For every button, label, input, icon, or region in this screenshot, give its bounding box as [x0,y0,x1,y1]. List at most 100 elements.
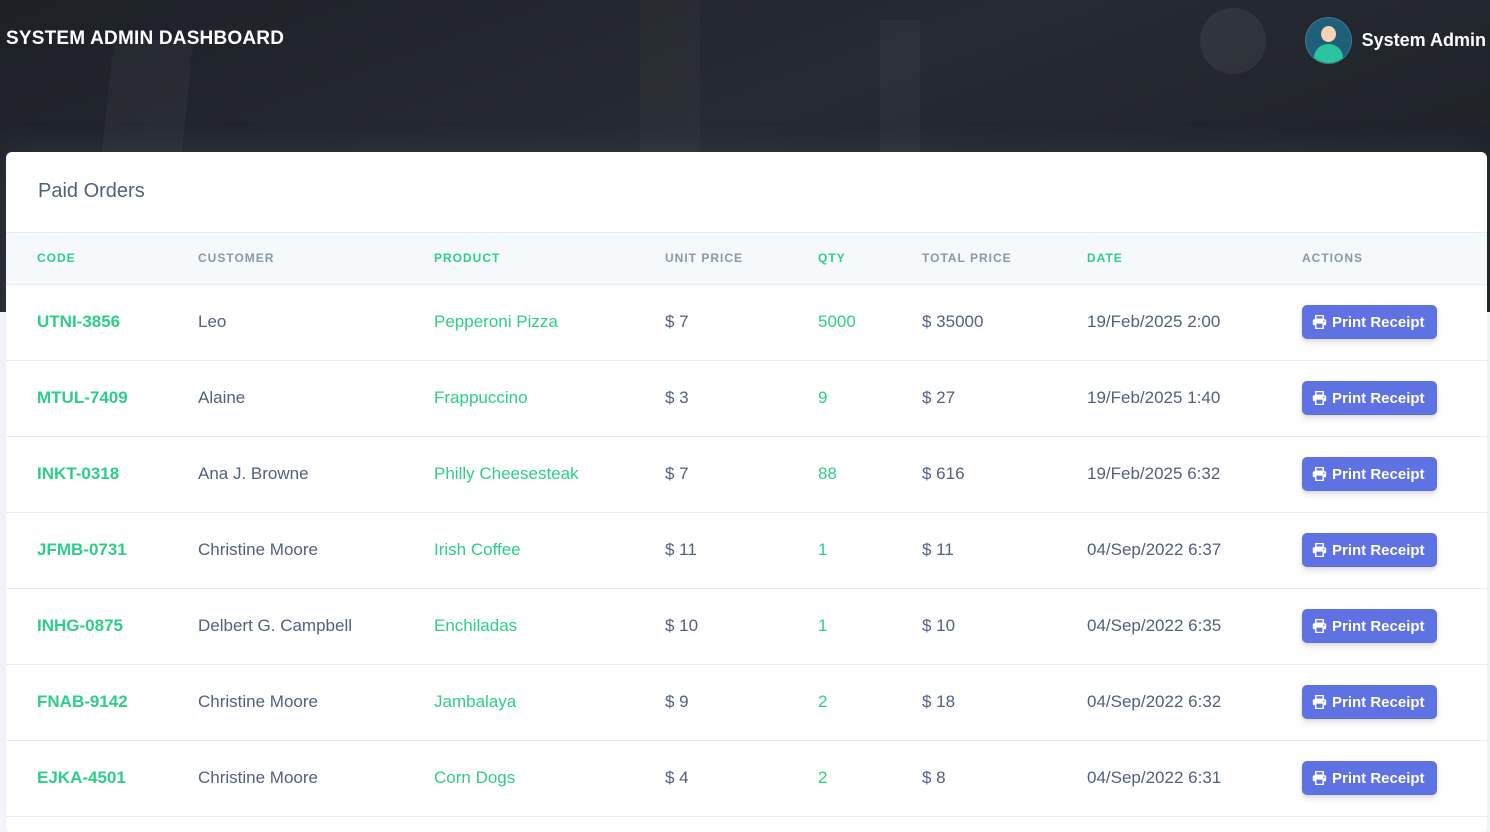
avatar-head [1320,26,1336,42]
print-receipt-button[interactable]: Print Receipt [1302,305,1437,339]
quantity: 2 [818,664,922,741]
print-receipt-button[interactable]: Print Receipt [1302,381,1437,415]
column-header-actions: ACTIONS [1302,233,1487,285]
actions-cell: Print Receipt [1302,284,1487,361]
avatar-body [1313,44,1343,63]
print-receipt-label: Print Receipt [1332,769,1425,787]
order-code: EJKA-4501 [6,740,198,817]
table-row: MTUL-7409 Alaine Frappuccino $ 3 9 $ 27 19/Feb… [6,360,1487,437]
actions-cell: Print Receipt [1302,740,1487,817]
order-code: INKT-0318 [6,436,198,513]
orders-table: CODE CUSTOMER PRODUCT UNIT PRICE QTY TOT… [6,233,1487,817]
customer-name: Christine Moore [198,740,434,817]
column-header-date[interactable]: DATE [1087,233,1302,285]
order-date: 04/Sep/2022 6:37 [1087,512,1302,589]
quantity: 1 [818,588,922,665]
user-menu[interactable]: System Admin [1304,17,1486,64]
order-date: 04/Sep/2022 6:32 [1087,664,1302,741]
product-name: Pepperoni Pizza [434,284,665,361]
actions-cell: Print Receipt [1302,588,1487,665]
order-code: MTUL-7409 [6,360,198,437]
print-receipt-button[interactable]: Print Receipt [1302,457,1437,491]
actions-cell: Print Receipt [1302,664,1487,741]
product-name: Irish Coffee [434,512,665,589]
unit-price: $ 9 [665,664,818,741]
column-header-customer[interactable]: CUSTOMER [198,233,434,285]
order-code: JFMB-0731 [6,512,198,589]
product-name: Philly Cheesesteak [434,436,665,513]
column-header-unit-price[interactable]: UNIT PRICE [665,233,818,285]
quantity: 5000 [818,284,922,361]
table-row: UTNI-3856 Leo Pepperoni Pizza $ 7 5000 $ 3500… [6,284,1487,361]
unit-price: $ 3 [665,360,818,437]
print-receipt-label: Print Receipt [1332,313,1425,331]
quantity: 2 [818,740,922,817]
order-date: 19/Feb/2025 1:40 [1087,360,1302,437]
user-avatar-icon[interactable] [1304,17,1352,64]
print-receipt-label: Print Receipt [1332,389,1425,407]
table-row: FNAB-9142 Christine Moore Jambalaya $ 9 2 $ 1… [6,664,1487,741]
printer-icon [1312,619,1332,633]
actions-cell: Print Receipt [1302,512,1487,589]
total-price: $ 10 [922,588,1087,665]
customer-name: Ana J. Browne [198,436,434,513]
print-receipt-label: Print Receipt [1332,465,1425,483]
product-name: Frappuccino [434,360,665,437]
total-price: $ 11 [922,512,1087,589]
order-code: UTNI-3856 [6,284,198,361]
printer-icon [1312,315,1332,329]
total-price: $ 616 [922,436,1087,513]
print-receipt-button[interactable]: Print Receipt [1302,609,1437,643]
printer-icon [1312,695,1332,709]
order-date: 19/Feb/2025 6:32 [1087,436,1302,513]
quantity: 9 [818,360,922,437]
quantity: 88 [818,436,922,513]
background-decoration [1200,8,1266,74]
unit-price: $ 10 [665,588,818,665]
paid-orders-card: Paid Orders CODE CUSTOMER PRODUCT UNIT P… [6,152,1487,832]
product-name: Jambalaya [434,664,665,741]
order-date: 04/Sep/2022 6:35 [1087,588,1302,665]
customer-name: Leo [198,284,434,361]
product-name: Corn Dogs [434,740,665,817]
customer-name: Alaine [198,360,434,437]
unit-price: $ 7 [665,436,818,513]
column-header-product[interactable]: PRODUCT [434,233,665,285]
printer-icon [1312,543,1332,557]
order-code: FNAB-9142 [6,664,198,741]
table-row: INHG-0875 Delbert G. Campbell Enchiladas $ … [6,588,1487,665]
user-name[interactable]: System Admin [1362,30,1486,51]
unit-price: $ 11 [665,512,818,589]
table-row: JFMB-0731 Christine Moore Irish Coffee $ 11… [6,512,1487,589]
total-price: $ 8 [922,740,1087,817]
print-receipt-label: Print Receipt [1332,541,1425,559]
print-receipt-button[interactable]: Print Receipt [1302,761,1437,795]
table-header-row: CODE CUSTOMER PRODUCT UNIT PRICE QTY TOT… [6,233,1487,285]
printer-icon [1312,771,1332,785]
actions-cell: Print Receipt [1302,436,1487,513]
customer-name: Christine Moore [198,512,434,589]
column-header-code[interactable]: CODE [6,233,198,285]
print-receipt-label: Print Receipt [1332,693,1425,711]
table-row: EJKA-4501 Christine Moore Corn Dogs $ 4 2 $ 8… [6,740,1487,817]
total-price: $ 27 [922,360,1087,437]
unit-price: $ 7 [665,284,818,361]
unit-price: $ 4 [665,740,818,817]
order-date: 19/Feb/2025 2:00 [1087,284,1302,361]
actions-cell: Print Receipt [1302,360,1487,437]
print-receipt-button[interactable]: Print Receipt [1302,533,1437,567]
total-price: $ 18 [922,664,1087,741]
quantity: 1 [818,512,922,589]
print-receipt-label: Print Receipt [1332,617,1425,635]
column-header-qty[interactable]: QTY [818,233,922,285]
customer-name: Delbert G. Campbell [198,588,434,665]
print-receipt-button[interactable]: Print Receipt [1302,685,1437,719]
order-code: INHG-0875 [6,588,198,665]
brand-title[interactable]: SYSTEM ADMIN DASHBOARD [6,28,284,50]
product-name: Enchiladas [434,588,665,665]
order-date: 04/Sep/2022 6:31 [1087,740,1302,817]
card-title: Paid Orders [6,152,1487,233]
total-price: $ 35000 [922,284,1087,361]
customer-name: Christine Moore [198,664,434,741]
column-header-total-price[interactable]: TOTAL PRICE [922,233,1087,285]
